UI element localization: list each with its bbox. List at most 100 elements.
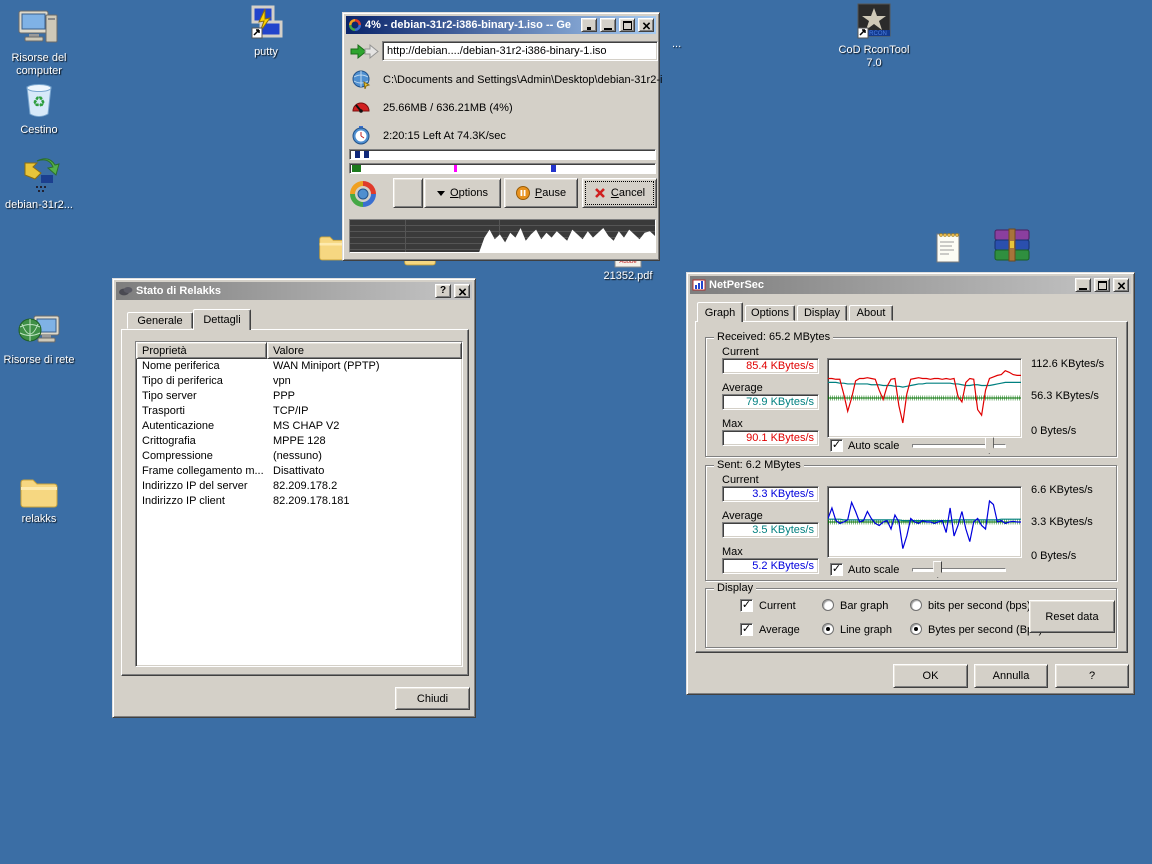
tab-graph[interactable]: Graph	[697, 302, 743, 322]
display-average-label: Average	[759, 624, 800, 636]
column-header-label: Proprietà	[142, 345, 187, 357]
close-icon	[1117, 281, 1124, 288]
relakks-window: Stato di Relakks ? Generale Dettagli Pro…	[112, 278, 476, 718]
column-header-proprieta[interactable]: Proprietà	[136, 342, 267, 359]
column-header-label: Valore	[273, 345, 304, 357]
desktop-icon-notepad[interactable]	[920, 230, 976, 264]
display-average-checkbox[interactable]	[740, 623, 753, 636]
display-current-checkbox[interactable]	[740, 599, 753, 612]
download-url-field[interactable]: http://debian..../debian-31r2-i386-binar…	[382, 41, 658, 61]
line-graph-radio[interactable]	[822, 623, 834, 635]
netpersec-window-title: NetPerSec	[709, 279, 1072, 291]
close-icon	[642, 21, 649, 28]
close-button[interactable]	[638, 18, 654, 32]
tab-options[interactable]: Options	[745, 305, 795, 321]
cancel-x-icon	[594, 187, 606, 199]
table-row[interactable]: Frame collegamento m...Disattivato	[136, 464, 462, 479]
tray-minimize-button[interactable]	[581, 18, 597, 32]
relakks-window-title: Stato di Relakks	[136, 285, 432, 297]
pause-button-label: Pause	[535, 187, 566, 199]
slider-thumb[interactable]	[933, 561, 942, 578]
table-row[interactable]: Indirizzo IP del server82.209.178.2	[136, 479, 462, 494]
relakks-app-icon	[118, 285, 133, 297]
sent-autoscale-checkbox[interactable]	[830, 563, 843, 576]
sent-scale-slider[interactable]	[912, 568, 1006, 572]
icon-label: CoD RconTool	[835, 44, 913, 57]
tab-label: Generale	[137, 315, 182, 327]
sent-average-field: 3.5 KBytes/s	[722, 522, 819, 538]
received-scale-mid: 56.3 KBytes/s	[1031, 390, 1099, 402]
segment-progress-bar	[349, 163, 656, 174]
help-button[interactable]: ?	[435, 284, 451, 298]
tab-about[interactable]: About	[849, 305, 893, 321]
reset-data-button[interactable]: Reset data	[1029, 600, 1115, 633]
icon-label: relakks	[0, 513, 78, 526]
cancel-button[interactable]: Cancel	[582, 178, 657, 208]
progress-segment-tick	[352, 165, 361, 172]
desktop-icon-network-places[interactable]: Risorse di rete	[0, 310, 78, 367]
getright-window: 4% - debian-31r2-i386-binary-1.iso -- Ge…	[342, 12, 660, 261]
maximize-button[interactable]	[1094, 278, 1110, 292]
desktop-icon-recycle-bin[interactable]: ♻ Cestino	[0, 80, 78, 137]
options-button[interactable]: Options	[424, 178, 501, 208]
received-autoscale-checkbox[interactable]	[830, 439, 843, 452]
chiudi-button[interactable]: Chiudi	[395, 687, 470, 710]
tab-label: Dettagli	[203, 314, 240, 326]
close-button[interactable]	[1113, 278, 1129, 292]
getright-titlebar[interactable]: 4% - debian-31r2-i386-binary-1.iso -- Ge	[346, 16, 656, 34]
maximize-button[interactable]	[619, 18, 635, 32]
received-scale-zero: 0 Bytes/s	[1031, 425, 1076, 437]
desktop-icon-my-computer[interactable]: Risorse del computer	[0, 6, 78, 78]
dot-icon	[587, 27, 591, 30]
desktop: Risorse del computer ♻ Cestino de	[0, 0, 1152, 864]
desktop-icon-relakks-folder[interactable]: relakks	[0, 473, 78, 526]
desktop-icon-winrar[interactable]	[982, 227, 1042, 263]
annulla-button[interactable]: Annulla	[974, 664, 1048, 688]
bps-radio[interactable]	[910, 599, 922, 611]
column-header-valore[interactable]: Valore	[267, 342, 462, 359]
ok-button[interactable]: OK	[893, 664, 968, 688]
truncated-icon-label: ...	[672, 38, 702, 51]
tab-label: Display	[804, 307, 840, 319]
slider-thumb[interactable]	[985, 437, 994, 454]
transfer-history-graph	[349, 219, 656, 253]
minimize-button[interactable]	[1075, 278, 1091, 292]
download-arrows-icon	[349, 43, 381, 63]
help-button[interactable]: ?	[1055, 664, 1129, 688]
bar-graph-radio[interactable]	[822, 599, 834, 611]
tab-display[interactable]: Display	[797, 305, 847, 321]
table-row[interactable]: TrasportiTCP/IP	[136, 404, 462, 419]
getright-window-title: 4% - debian-31r2-i386-binary-1.iso -- Ge	[365, 19, 578, 31]
table-row[interactable]: Indirizzo IP client82.209.178.181	[136, 494, 462, 509]
sent-autoscale-label: Auto scale	[848, 564, 899, 576]
tab-generale[interactable]: Generale	[127, 312, 193, 329]
close-icon	[458, 287, 465, 294]
close-button[interactable]	[454, 284, 470, 298]
received-scale-slider[interactable]	[912, 444, 1006, 448]
table-row[interactable]: Tipo di perifericavpn	[136, 374, 462, 389]
sent-scale-mid: 3.3 KBytes/s	[1031, 516, 1093, 528]
pause-icon	[516, 186, 530, 200]
received-current-field: 85.4 KBytes/s	[722, 358, 819, 374]
desktop-icon-cod-rcontool[interactable]: RCON CoD RconTool 7.0	[835, 2, 913, 70]
relakks-titlebar[interactable]: Stato di Relakks ?	[116, 282, 472, 300]
tab-dettagli[interactable]: Dettagli	[193, 309, 251, 330]
blank-toolbar-button[interactable]	[393, 178, 423, 208]
table-row[interactable]: AutenticazioneMS CHAP V2	[136, 419, 462, 434]
sent-group-label: Sent: 6.2 MBytes	[714, 459, 804, 471]
dropdown-caret-icon	[437, 191, 445, 200]
table-row[interactable]: Tipo serverPPP	[136, 389, 462, 404]
desktop-icon-debian-download[interactable]: debian-31r2...	[0, 153, 78, 212]
pause-button[interactable]: Pause	[504, 178, 578, 208]
Bps-radio[interactable]	[910, 623, 922, 635]
netpersec-titlebar[interactable]: NetPerSec	[690, 276, 1131, 294]
icon-label: Risorse del	[0, 52, 78, 65]
minimize-button[interactable]	[600, 18, 616, 32]
getright-app-icon	[348, 18, 362, 32]
cod-rcontool-icon: RCON	[835, 2, 913, 44]
table-row[interactable]: Nome perifericaWAN Miniport (PPTP)	[136, 359, 462, 374]
received-group: Received: 65.2 MBytes Current 85.4 KByte…	[705, 337, 1117, 457]
desktop-icon-putty[interactable]: putty	[227, 4, 305, 59]
table-row[interactable]: Compressione(nessuno)	[136, 449, 462, 464]
table-row[interactable]: CrittografiaMPPE 128	[136, 434, 462, 449]
